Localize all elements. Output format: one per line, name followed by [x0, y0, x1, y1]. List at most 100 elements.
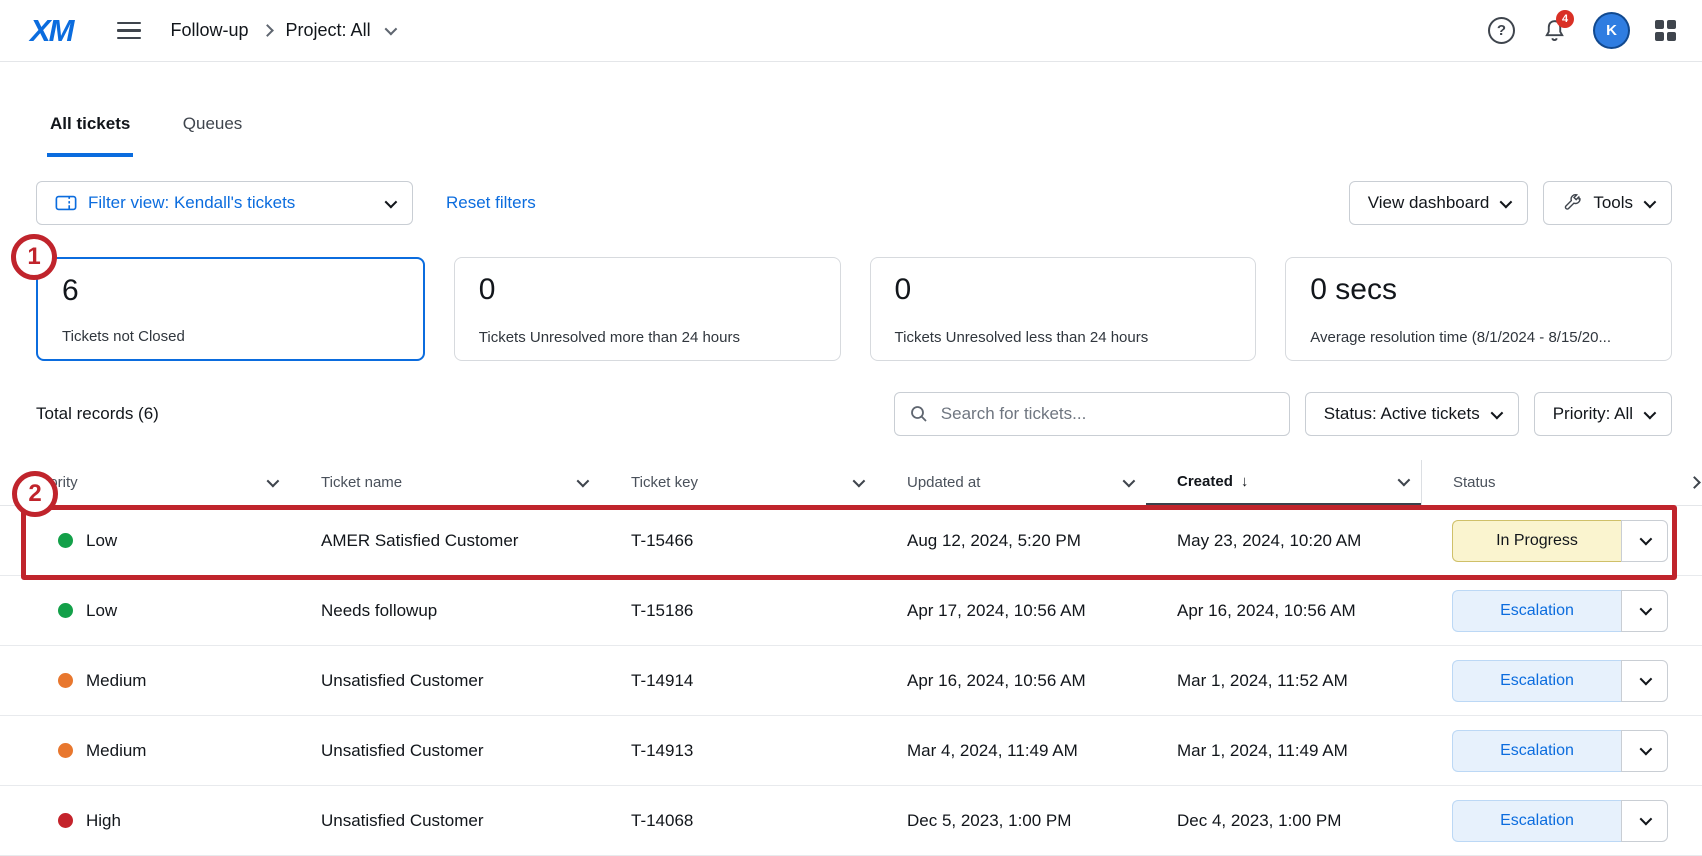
total-records-label: Total records (6): [36, 404, 159, 424]
chevron-down-icon[interactable]: [1621, 590, 1668, 632]
chevron-down-icon: [1644, 195, 1657, 208]
column-header-status: Status: [1421, 460, 1702, 505]
filter-bar: Filter view: Kendall's tickets Reset fil…: [0, 181, 1702, 225]
ticket-key: T-14913: [600, 741, 876, 761]
sort-descending-icon[interactable]: ↓: [1241, 473, 1249, 490]
xm-logo[interactable]: XM: [30, 13, 73, 49]
tools-button[interactable]: Tools: [1543, 181, 1672, 225]
breadcrumb-project-dropdown[interactable]: Project: All: [286, 20, 371, 41]
created-at: Mar 1, 2024, 11:49 AM: [1146, 741, 1421, 761]
stat-value: 0: [479, 273, 816, 307]
updated-at: Apr 17, 2024, 10:56 AM: [876, 601, 1146, 621]
stat-label: Tickets Unresolved less than 24 hours: [895, 329, 1149, 346]
column-menu-icon[interactable]: [853, 475, 866, 488]
table-row[interactable]: High Unsatisfied Customer T-14068 Dec 5,…: [0, 786, 1702, 856]
chevron-down-icon[interactable]: [1621, 660, 1668, 702]
user-avatar[interactable]: K: [1595, 14, 1628, 47]
ticket-name: Unsatisfied Customer: [290, 671, 600, 691]
table-row[interactable]: Low Needs followup T-15186 Apr 17, 2024,…: [0, 576, 1702, 646]
table-row[interactable]: Low AMER Satisfied Customer T-15466 Aug …: [0, 506, 1702, 576]
chevron-down-icon: [1490, 406, 1503, 419]
priority-value: Low: [86, 601, 117, 621]
stat-card-tickets-not-closed[interactable]: 6 Tickets not Closed: [36, 257, 425, 361]
search-icon: [909, 404, 929, 429]
status-filter-dropdown[interactable]: Status: Active tickets: [1305, 392, 1519, 436]
priority-filter-label: Priority: All: [1553, 404, 1633, 424]
search-input[interactable]: [894, 392, 1290, 436]
priority-dot: [58, 533, 73, 548]
stat-label: Tickets not Closed: [62, 328, 185, 345]
breadcrumb: Follow-up Project: All: [171, 20, 394, 41]
stat-cards-row: 6 Tickets not Closed 0 Tickets Unresolve…: [0, 257, 1702, 361]
notifications-button[interactable]: 4: [1542, 17, 1568, 45]
status-dropdown[interactable]: Escalation: [1452, 660, 1668, 702]
breadcrumb-section[interactable]: Follow-up: [171, 20, 249, 41]
ticket-name: Needs followup: [290, 601, 600, 621]
ticket-tabs: All tickets Queues: [0, 62, 1702, 157]
priority-dot: [58, 673, 73, 688]
view-dashboard-label: View dashboard: [1368, 193, 1490, 213]
status-filter-label: Status: Active tickets: [1324, 404, 1480, 424]
created-at: Dec 4, 2023, 1:00 PM: [1146, 811, 1421, 831]
column-menu-icon[interactable]: [1398, 474, 1411, 487]
annotation-marker-2: 2: [12, 471, 58, 517]
tickets-table: Priority Ticket name Ticket key Updated …: [0, 460, 1702, 856]
updated-at: Aug 12, 2024, 5:20 PM: [876, 531, 1146, 551]
tools-label: Tools: [1593, 193, 1633, 213]
column-menu-icon[interactable]: [1123, 475, 1136, 488]
reset-filters-link[interactable]: Reset filters: [446, 193, 536, 213]
top-navigation-bar: XM Follow-up Project: All ? 4 K: [0, 0, 1702, 62]
chevron-down-icon[interactable]: [1621, 800, 1668, 842]
column-menu-icon[interactable]: [577, 475, 590, 488]
chevron-down-icon[interactable]: [1621, 520, 1668, 562]
status-dropdown[interactable]: In Progress: [1452, 520, 1668, 562]
status-badge: Escalation: [1452, 800, 1621, 842]
chevron-down-icon: [1644, 406, 1657, 419]
notification-count-badge: 4: [1556, 10, 1574, 28]
status-badge: Escalation: [1452, 660, 1621, 702]
stat-card-average-resolution-time[interactable]: 0 secs Average resolution time (8/1/2024…: [1285, 257, 1672, 361]
view-dashboard-button[interactable]: View dashboard: [1349, 181, 1529, 225]
status-dropdown[interactable]: Escalation: [1452, 730, 1668, 772]
apps-grid-icon[interactable]: [1655, 20, 1676, 41]
search-box: [894, 392, 1290, 436]
stat-value: 0 secs: [1310, 273, 1647, 307]
annotation-marker-1: 1: [11, 234, 57, 280]
column-label: Created: [1177, 473, 1233, 490]
ticket-key: T-14914: [600, 671, 876, 691]
stat-card-unresolved-more-24h[interactable]: 0 Tickets Unresolved more than 24 hours: [454, 257, 841, 361]
column-header-ticket-key: Ticket key: [600, 460, 876, 505]
column-header-ticket-name: Ticket name: [290, 460, 600, 505]
updated-at: Apr 16, 2024, 10:56 AM: [876, 671, 1146, 691]
stat-label: Tickets Unresolved more than 24 hours: [479, 329, 740, 346]
table-row[interactable]: Medium Unsatisfied Customer T-14914 Apr …: [0, 646, 1702, 716]
wrench-icon: [1562, 193, 1582, 213]
tab-all-tickets[interactable]: All tickets: [47, 114, 133, 157]
created-at: Apr 16, 2024, 10:56 AM: [1146, 601, 1421, 621]
column-menu-icon[interactable]: [267, 475, 280, 488]
priority-dot: [58, 813, 73, 828]
tab-queues[interactable]: Queues: [180, 114, 246, 153]
status-dropdown[interactable]: Escalation: [1452, 590, 1668, 632]
filter-view-dropdown[interactable]: Filter view: Kendall's tickets: [36, 181, 413, 225]
created-at: May 23, 2024, 10:20 AM: [1146, 531, 1421, 551]
column-header-updated-at: Updated at: [876, 460, 1146, 505]
stat-card-unresolved-less-24h[interactable]: 0 Tickets Unresolved less than 24 hours: [870, 257, 1257, 361]
hamburger-menu-icon[interactable]: [117, 22, 141, 40]
ticket-name: Unsatisfied Customer: [290, 741, 600, 761]
ticket-key: T-14068: [600, 811, 876, 831]
ticket-name: AMER Satisfied Customer: [290, 531, 600, 551]
updated-at: Dec 5, 2023, 1:00 PM: [876, 811, 1146, 831]
column-label: Status: [1453, 474, 1496, 491]
priority-dot: [58, 603, 73, 618]
help-icon[interactable]: ?: [1488, 17, 1515, 44]
ticket-name: Unsatisfied Customer: [290, 811, 600, 831]
chevron-down-icon[interactable]: [1621, 730, 1668, 772]
column-label: Updated at: [907, 474, 980, 491]
filter-view-label: Filter view: Kendall's tickets: [88, 193, 295, 213]
column-label: Ticket key: [631, 474, 698, 491]
status-badge: In Progress: [1452, 520, 1621, 562]
status-dropdown[interactable]: Escalation: [1452, 800, 1668, 842]
priority-filter-dropdown[interactable]: Priority: All: [1534, 392, 1672, 436]
table-row[interactable]: Medium Unsatisfied Customer T-14913 Mar …: [0, 716, 1702, 786]
